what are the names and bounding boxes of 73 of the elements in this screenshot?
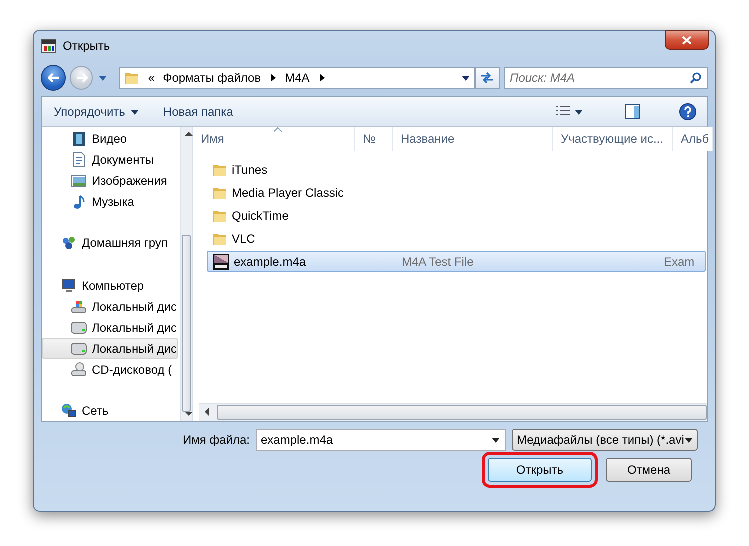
refresh-button[interactable]	[474, 67, 500, 89]
close-button[interactable]	[665, 30, 709, 50]
breadcrumb[interactable]: Форматы файлов	[163, 71, 262, 85]
file-type-dropdown[interactable]: Медиафайлы (все типы) (*.avi	[512, 429, 698, 451]
sidebar-item[interactable]: CD-дисковод (	[42, 359, 178, 380]
caret-icon	[685, 436, 693, 444]
sidebar-item[interactable]: Домашняя груп	[42, 232, 178, 253]
back-button[interactable]	[41, 65, 66, 91]
search-field[interactable]: Поиск: M4A	[504, 67, 708, 89]
app-icon	[41, 38, 57, 54]
caret-icon	[99, 74, 108, 82]
document-icon	[71, 152, 87, 168]
sidebar-item[interactable]: Локальный дис	[42, 338, 178, 359]
music-note-icon	[71, 194, 87, 210]
caret-icon	[575, 108, 583, 116]
computer-icon	[61, 278, 77, 294]
sidebar-item[interactable]: Локальный дис	[42, 317, 178, 338]
sidebar-item[interactable]: Компьютер	[42, 275, 178, 296]
drive-icon	[71, 340, 87, 356]
window-title: Открыть	[63, 38, 110, 52]
file-name: example.m4a	[234, 254, 306, 268]
drive-icon	[71, 320, 87, 336]
refresh-arrows-icon	[480, 72, 494, 84]
homegroup-icon	[61, 234, 77, 250]
forward-arrow-icon	[76, 73, 88, 83]
breadcrumb[interactable]: M4A	[285, 71, 310, 85]
preview-pane-icon	[625, 104, 641, 120]
drive-icon	[71, 298, 87, 314]
audio-file-icon	[212, 254, 230, 270]
close-icon	[682, 36, 692, 44]
file-row[interactable]: Media Player Classic	[207, 182, 706, 203]
preview-pane-button[interactable]	[623, 102, 643, 122]
file-row[interactable]: iTunes	[207, 159, 706, 180]
folder-icon	[124, 70, 140, 86]
file-name: Media Player Classic	[232, 186, 344, 200]
title-cell: M4A Test File	[402, 254, 474, 268]
file-name: VLC	[232, 232, 256, 246]
caret-icon	[269, 74, 278, 82]
help-icon	[679, 102, 697, 120]
file-row[interactable]: VLC	[207, 228, 706, 249]
sidebar-item[interactable]: Видео	[42, 128, 178, 149]
file-name: QuickTime	[232, 208, 289, 222]
search-icon	[690, 72, 702, 84]
file-row[interactable]: QuickTime	[207, 205, 706, 226]
sidebar-item[interactable]: Музыка	[42, 191, 178, 212]
overflow-mark[interactable]: «	[148, 71, 156, 85]
new-folder-button[interactable]: Новая папка	[157, 100, 240, 122]
file-name: iTunes	[232, 162, 268, 176]
sidebar-item[interactable]: Изображения	[42, 170, 178, 191]
address-bar[interactable]: « Форматы файлов M4A	[119, 67, 475, 89]
help-button[interactable]	[677, 100, 699, 122]
caret-icon	[131, 108, 140, 116]
file-name-field[interactable]: example.m4a	[256, 429, 506, 451]
organize-button[interactable]: Упорядочить	[48, 100, 146, 122]
cancel-button[interactable]: Отмена	[606, 458, 692, 482]
network-icon	[61, 402, 77, 418]
sidebar-item[interactable]: Сеть	[42, 400, 178, 421]
back-arrow-icon	[48, 73, 60, 83]
cd-drive-icon	[71, 362, 87, 378]
sidebar-item[interactable]: Документы	[42, 149, 178, 170]
sidebar-item[interactable]: Локальный дис	[42, 296, 178, 317]
picture-icon	[71, 172, 87, 188]
caret-icon	[462, 74, 470, 82]
horizontal-scrollbar[interactable]	[199, 403, 707, 421]
film-icon	[71, 130, 87, 146]
album-cell: Exam	[664, 254, 695, 268]
vertical-scrollbar[interactable]	[180, 127, 192, 421]
open-button[interactable]: Открыть	[488, 458, 592, 482]
caret-icon	[318, 74, 326, 82]
caret-icon	[492, 436, 500, 444]
list-view-icon	[555, 104, 571, 118]
file-name-label: Имя файла:	[183, 433, 250, 447]
file-row[interactable]: example.m4a M4A Test File Exam	[207, 251, 706, 272]
